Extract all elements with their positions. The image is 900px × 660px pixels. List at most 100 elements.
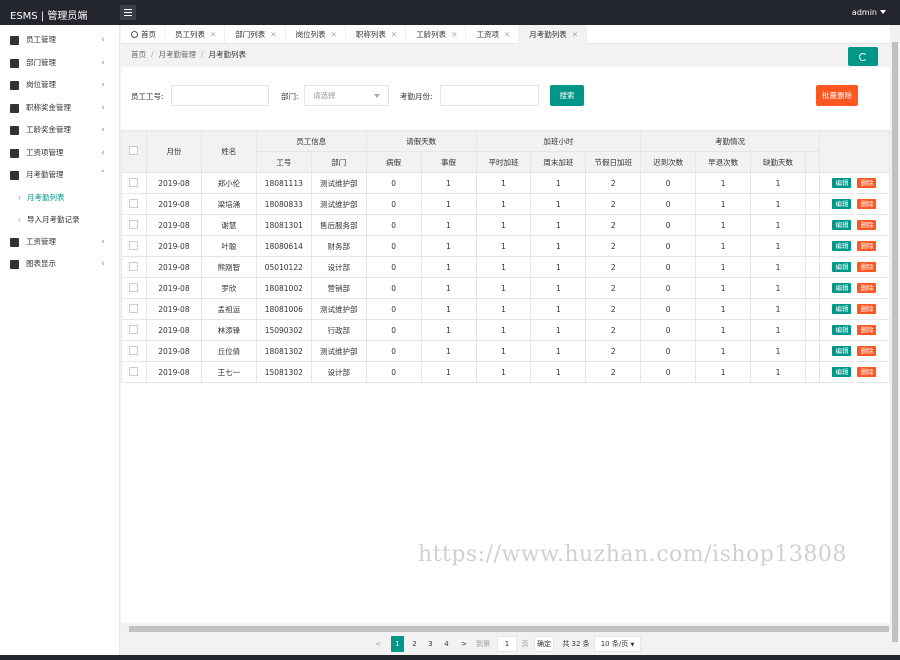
month-input[interactable]: [440, 85, 539, 106]
row-checkbox[interactable]: [129, 219, 139, 229]
row-checkbox-cell: [121, 319, 147, 341]
row-checkbox[interactable]: [129, 261, 139, 271]
users-icon: [10, 36, 19, 45]
tab-salary-items[interactable]: 工资项 ✕: [466, 25, 520, 44]
sidebar-item-title-bonus[interactable]: 职称奖金管理 ‹: [0, 97, 119, 120]
close-icon[interactable]: ✕: [572, 30, 578, 39]
refresh-button[interactable]: [848, 47, 878, 66]
close-icon[interactable]: ✕: [451, 30, 457, 39]
tab-employee-list[interactable]: 员工列表 ✕: [165, 25, 226, 44]
edit-button[interactable]: 编辑: [832, 304, 852, 314]
sidebar-item-employee[interactable]: 员工管理 ‹: [0, 29, 119, 52]
scrollbar-thumb[interactable]: [892, 42, 898, 642]
delete-button[interactable]: 删除: [857, 304, 877, 314]
scrollbar-thumb[interactable]: [129, 626, 889, 632]
sidebar-item-charts[interactable]: 图表显示 ‹: [0, 253, 119, 276]
row-checkbox[interactable]: [129, 240, 139, 250]
select-all-checkbox[interactable]: [129, 146, 139, 155]
sidebar-item-department[interactable]: 部门管理 ‹: [0, 52, 119, 75]
delete-button[interactable]: 删除: [857, 178, 877, 188]
delete-button[interactable]: 删除: [857, 199, 877, 209]
page-size-value: 10 条/页: [600, 640, 629, 648]
row-actions: 编辑 删除: [818, 193, 891, 215]
menu-toggle-button[interactable]: [120, 5, 136, 20]
tab-title-list[interactable]: 职称列表 ✕: [346, 25, 407, 44]
row-actions: 编辑 删除: [818, 214, 891, 236]
close-icon[interactable]: ✕: [504, 30, 510, 39]
edit-button[interactable]: 编辑: [832, 241, 852, 251]
tab-home[interactable]: 首页: [121, 25, 165, 44]
row-checkbox[interactable]: [129, 198, 139, 208]
edit-button[interactable]: 编辑: [832, 262, 852, 272]
sidebar-item-position[interactable]: 岗位管理 ‹: [0, 74, 119, 97]
search-button[interactable]: 搜索: [550, 85, 584, 106]
vertical-scrollbar[interactable]: [890, 25, 900, 642]
batch-delete-button[interactable]: 批量删除: [816, 85, 858, 106]
row-checkbox[interactable]: [129, 303, 139, 313]
delete-button[interactable]: 删除: [857, 325, 877, 335]
sidebar-item-seniority-bonus[interactable]: 工龄奖金管理 ‹: [0, 119, 119, 142]
user-menu[interactable]: admin: [852, 8, 886, 17]
row-checkbox[interactable]: [129, 177, 139, 187]
sidebar-item-salary[interactable]: 工资管理 ‹: [0, 231, 119, 254]
edit-button[interactable]: 编辑: [832, 178, 852, 188]
edit-button[interactable]: 编辑: [832, 283, 852, 293]
cell-month: 2019-08: [145, 277, 202, 299]
cell-sick: 0: [365, 340, 422, 362]
delete-button[interactable]: 删除: [857, 367, 877, 377]
page-size-select[interactable]: 10 条/页 ▼: [594, 636, 641, 652]
horizontal-scrollbar[interactable]: [121, 625, 890, 633]
next-page-button[interactable]: >: [459, 636, 469, 652]
prev-page-button[interactable]: <: [373, 636, 383, 652]
tab-seniority-list[interactable]: 工龄列表 ✕: [406, 25, 467, 44]
delete-button[interactable]: 删除: [857, 283, 877, 293]
cell-personal: 1: [420, 340, 477, 362]
goto-confirm-button[interactable]: 确定: [534, 636, 554, 652]
cell-name: 罗欣: [200, 277, 257, 299]
tab-department-list[interactable]: 部门列表 ✕: [225, 25, 286, 44]
edit-button[interactable]: 编辑: [832, 367, 852, 377]
page-3-button[interactable]: 3: [424, 636, 437, 652]
tab-label: 职称列表: [355, 30, 386, 39]
cell-personal: 1: [420, 193, 477, 215]
row-checkbox[interactable]: [129, 324, 139, 334]
sidebar-item-attendance[interactable]: 月考勤管理 ˅: [0, 164, 119, 187]
cell-early: 1: [695, 277, 752, 299]
cell-sick: 0: [365, 256, 422, 278]
cell-personal: 1: [420, 319, 477, 341]
sidebar-subitem-attendance-list[interactable]: › 月考勤列表: [0, 187, 119, 209]
breadcrumb-home[interactable]: 首页: [131, 50, 146, 59]
department-select[interactable]: 请选择: [304, 85, 389, 106]
sidebar-item-salary-items[interactable]: 工资项管理 ‹: [0, 142, 119, 165]
edit-button[interactable]: 编辑: [832, 199, 852, 209]
delete-button[interactable]: 删除: [857, 262, 877, 272]
delete-button[interactable]: 删除: [857, 241, 877, 251]
page-1-button[interactable]: 1: [391, 636, 404, 652]
close-icon[interactable]: ✕: [270, 30, 276, 39]
delete-button[interactable]: 删除: [857, 346, 877, 356]
page-4-button[interactable]: 4: [440, 636, 453, 652]
delete-button[interactable]: 删除: [857, 220, 877, 230]
cell-weekday-ot: 1: [475, 298, 532, 320]
tab-attendance-list[interactable]: 月考勤列表 ✕: [519, 25, 588, 44]
close-icon[interactable]: ✕: [210, 30, 216, 39]
cell-name: 孟祖运: [200, 298, 257, 320]
edit-button[interactable]: 编辑: [832, 220, 852, 230]
sidebar-subitem-import-attendance[interactable]: › 导入月考勤记录: [0, 209, 119, 231]
tab-position-list[interactable]: 岗位列表 ✕: [286, 25, 346, 44]
briefcase-icon: [10, 103, 19, 113]
breadcrumb-attendance[interactable]: 月考勤管理: [159, 50, 197, 59]
row-checkbox[interactable]: [129, 282, 139, 292]
cell-sick: 0: [365, 277, 422, 299]
page-2-button[interactable]: 2: [408, 636, 421, 652]
row-checkbox[interactable]: [129, 345, 139, 355]
edit-button[interactable]: 编辑: [832, 346, 852, 356]
goto-page-input[interactable]: 1: [497, 636, 517, 652]
tab-label: 工资项: [476, 30, 499, 39]
employee-no-input[interactable]: [171, 85, 269, 106]
close-icon[interactable]: ✕: [331, 30, 337, 39]
row-checkbox[interactable]: [129, 366, 139, 376]
close-icon[interactable]: ✕: [391, 30, 397, 39]
edit-button[interactable]: 编辑: [832, 325, 852, 335]
cell-weekend-ot: 1: [530, 361, 587, 383]
